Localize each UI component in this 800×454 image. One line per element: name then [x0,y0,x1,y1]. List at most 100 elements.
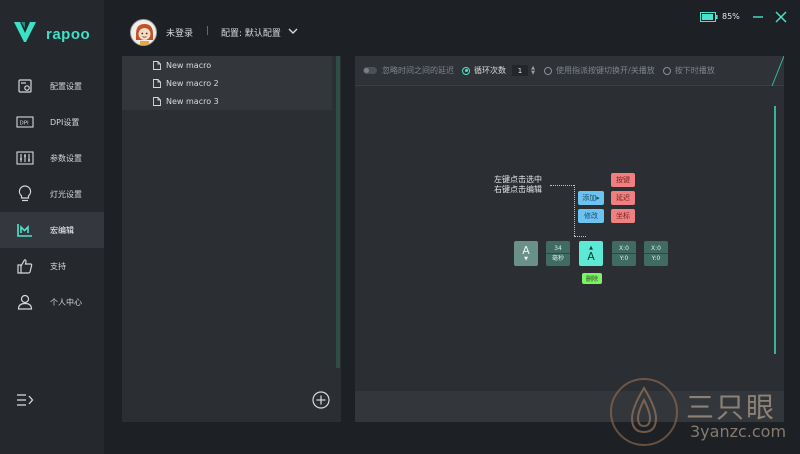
svg-text:DPI: DPI [20,121,30,127]
battery-icon [700,12,718,22]
watermark-title: 三只眼 [686,391,777,424]
hint-left-click: 左键点击选中 [494,175,542,184]
toggle-play-label: 使用指派按键切换开/关播放 [556,66,655,75]
loop-count-radio[interactable] [462,66,470,75]
macro-key-down[interactable]: A ▼ [514,241,538,266]
sidebar-item-dpi[interactable]: DPI DPI设置 [0,104,104,140]
hint-connector [574,236,586,237]
sidebar-item-lighting[interactable]: 灯光设置 [0,176,104,212]
close-icon[interactable] [775,11,787,23]
loop-count-label: 循环次数 [474,66,506,75]
brand-name: rapoo [46,25,91,43]
hint-connector [574,185,575,236]
delete-button[interactable]: 删除 [582,273,602,284]
coord-y: Y:0 [612,253,636,263]
edit-menu-button[interactable]: 修改 [578,209,604,223]
minimize-icon[interactable] [752,11,764,23]
sidebar-item-macro[interactable]: 宏编辑 [0,212,104,248]
add-key-option[interactable]: 按键 [611,173,635,187]
add-delay-option[interactable]: 延迟 [611,191,635,205]
scrollbar-thumb[interactable] [336,56,340,368]
brand-logo: rapoo [12,18,90,44]
loop-count-option[interactable]: 循环次数 1 ▲ ▼ [462,65,536,76]
sidebar-nav: 配置设置 DPI DPI设置 参数设置 灯光设置 宏编辑 支持 个人中心 [0,68,104,320]
hint-right-click: 右键点击编辑 [494,185,542,194]
config-selector[interactable]: 配置: 默认配置 [221,26,281,39]
macro-list-scrollbar[interactable] [336,56,340,368]
sidebar-item-label: 参数设置 [50,153,82,163]
key-down-arrow-icon: ▼ [524,256,528,262]
thumbs-up-icon [16,257,34,275]
avatar-face-icon [136,24,153,45]
lightbulb-icon [16,185,34,203]
editor-scrollbar[interactable] [774,106,776,354]
avatar[interactable] [130,19,157,46]
sliders-icon [16,149,34,167]
key-label: A [587,250,595,263]
macro-list-panel: New macro New macro 2 New macro 3 [122,56,341,422]
sidebar-item-support[interactable]: 支持 [0,248,104,284]
header-separator: | [206,26,210,36]
hold-play-option[interactable]: 按下时播放 [662,65,715,76]
macro-list-item[interactable]: New macro 2 [122,74,332,92]
user-icon [16,293,34,311]
macro-coord[interactable]: X:0 Y:0 [612,241,636,266]
sidebar-item-config[interactable]: 配置设置 [0,68,104,104]
macro-coord[interactable]: X:0 Y:0 [644,241,668,266]
document-icon [153,96,161,106]
logo-v-icon [14,22,36,42]
chevron-down-icon[interactable] [288,27,298,35]
delay-value: 34 [554,245,562,252]
macro-list: New macro New macro 2 New macro 3 [122,56,332,114]
dpi-icon: DPI [16,113,34,131]
header: 未登录 | 配置: 默认配置 85% [104,0,800,56]
corner-accent-icon [771,56,784,86]
sidebar-item-label: 支持 [50,261,66,271]
toggle-play-radio[interactable] [544,66,552,75]
watermark-drop-icon [630,386,658,434]
hint-connector [550,185,574,186]
macro-editor: 忽略时间之间的延迟 循环次数 1 ▲ ▼ 使用指派按键切换开/关播放 按下时播放 … [355,56,784,422]
delay-unit: 毫秒 [546,253,570,263]
sidebar-item-label: 宏编辑 [50,225,74,235]
sidebar-item-params[interactable]: 参数设置 [0,140,104,176]
config-icon [16,77,34,95]
hold-play-radio[interactable] [662,66,671,75]
watermark-url: 3yanzc.com [690,422,787,441]
document-icon [153,78,161,88]
ignore-delay-label: 忽略时间之间的延迟 [382,66,454,75]
add-macro-button[interactable] [312,391,330,409]
ignore-delay-toggle[interactable] [363,67,377,74]
battery-level: 85% [722,12,740,21]
document-icon [153,60,161,70]
add-menu-button[interactable]: 添加▸ [578,191,604,205]
sidebar-item-profile[interactable]: 个人中心 [0,284,104,320]
watermark-logo [610,378,678,446]
editor-toolbar: 忽略时间之间的延迟 循环次数 1 ▲ ▼ 使用指派按键切换开/关播放 按下时播放 [355,56,784,86]
coord-x: X:0 [619,245,629,252]
macro-delay[interactable]: 34 毫秒 [546,241,570,266]
toggle-play-option[interactable]: 使用指派按键切换开/关播放 [544,65,655,76]
coord-x: X:0 [651,245,661,252]
add-coord-option[interactable]: 坐标 [611,209,635,223]
macro-icon [16,221,34,239]
sidebar-item-label: 个人中心 [50,297,82,307]
macro-name: New macro [166,60,212,70]
sidebar: rapoo 配置设置 DPI DPI设置 参数设置 灯光设置 宏编辑 支持 个人… [0,0,104,454]
loop-count-input[interactable]: 1 [512,65,528,76]
loop-count-stepper[interactable]: ▲ ▼ [530,65,536,76]
ignore-delay-option[interactable]: 忽略时间之间的延迟 [363,65,454,76]
coord-y: Y:0 [644,253,668,263]
sidebar-item-label: 灯光设置 [50,189,82,199]
macro-name: New macro 2 [166,78,219,88]
macro-list-item[interactable]: New macro 3 [122,92,332,110]
collapse-menu-icon[interactable] [16,392,34,408]
app-window: rapoo 配置设置 DPI DPI设置 参数设置 灯光设置 宏编辑 支持 个人… [0,0,800,454]
macro-name: New macro 3 [166,96,219,106]
login-status[interactable]: 未登录 [166,26,193,39]
macro-list-item[interactable]: New macro [122,56,332,74]
sidebar-item-label: 配置设置 [50,81,82,91]
sidebar-item-label: DPI设置 [50,117,80,127]
macro-key-up[interactable]: ▲ A [579,241,603,266]
hold-play-label: 按下时播放 [674,66,715,75]
